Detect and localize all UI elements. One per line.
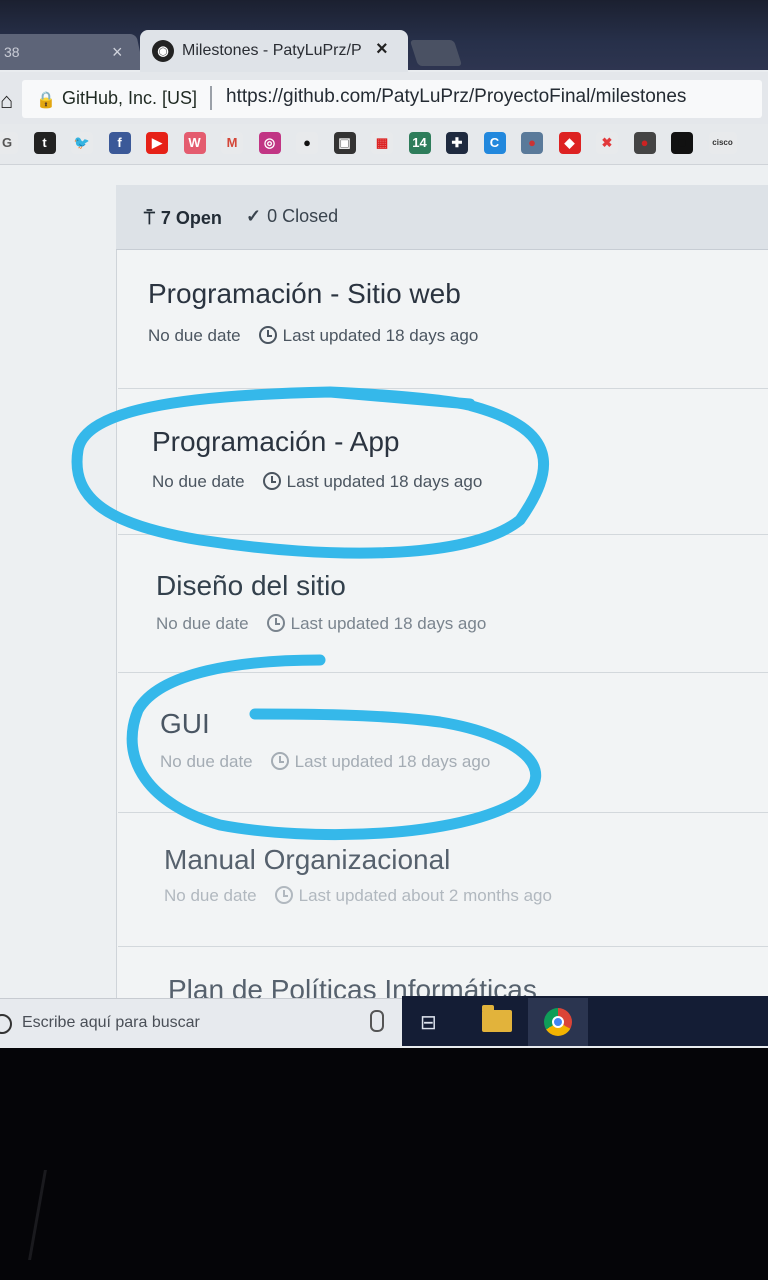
milestone-meta: No due date Last updated 18 days ago [152,472,482,492]
cisco-icon[interactable]: cisco [708,132,737,154]
tumblr-icon[interactable]: t [33,132,56,154]
red-tag-icon[interactable]: ◆ [558,132,581,154]
row-divider [118,946,768,947]
clock-icon [270,752,289,770]
grid-icon[interactable]: ▦ [371,132,393,154]
due-date: No due date [152,472,245,491]
milestone-meta: No due date Last updated about 2 months a… [164,886,552,906]
due-date: No due date [156,614,249,633]
facebook-icon[interactable]: f [108,132,131,154]
chrome-icon[interactable] [544,1008,572,1036]
last-updated: Last updated 18 days ago [282,326,479,345]
microphone-icon[interactable] [370,1010,384,1032]
last-updated: Last updated 18 days ago [286,472,483,491]
due-date: No due date [148,326,241,345]
open-count-label: 7 Open [160,208,222,228]
github-icon: ◉ [152,40,174,62]
milestone-title[interactable]: Programación - Sitio web [148,278,461,310]
lock-icon[interactable]: 🔒 [36,90,56,110]
closed-milestones-tab[interactable]: ✓ 0 Closed [246,206,338,227]
c-icon[interactable]: C [483,132,506,154]
milestone-meta: No due date Last updated 18 days ago [156,614,486,634]
milestone-icon: ⍑ [144,208,155,228]
closed-count-label: 0 Closed [267,206,339,226]
taskbar-search-placeholder[interactable]: Escribe aquí para buscar [22,1014,200,1032]
twitter-icon[interactable]: 🐦 [71,132,93,154]
url-text[interactable]: https://github.com/PatyLuPrz/ProyectoFin… [226,86,686,108]
last-updated: Last updated about 2 months ago [298,886,552,905]
row-divider [118,812,768,813]
close-icon[interactable]: × [376,38,388,61]
clock-icon [274,886,293,904]
open-milestones-tab[interactable]: ⍑ 7 Open [144,208,222,229]
milestone-title[interactable]: Diseño del sitio [156,570,346,602]
task-view-icon[interactable]: ⊟ [420,1010,437,1035]
youtube-icon[interactable]: ▶ [146,132,168,154]
black-square-icon[interactable]: ■ [671,132,693,154]
globe-icon[interactable]: ● [521,132,543,154]
milestone-title[interactable]: Programación - App [152,426,399,458]
joomla-icon[interactable]: ✖ [596,132,618,154]
milestone-meta: No due date Last updated 18 days ago [160,752,490,772]
badge-14-icon[interactable]: 14 [408,132,431,154]
plus-icon[interactable]: ✚ [446,132,468,154]
clock-icon [266,614,285,632]
github-icon[interactable]: ● [296,132,318,154]
tab-title: Milestones - PatyLuPrz/Pr [182,42,362,59]
row-divider [118,388,768,389]
bookmark-icon[interactable]: ▣ [333,132,356,154]
milestone-title[interactable]: Manual Organizacional [164,844,450,876]
milestone-title[interactable]: GUI [160,708,210,740]
row-divider [118,534,768,535]
home-icon[interactable]: ⌂ [0,88,13,114]
tab-previous-close-icon[interactable]: × [112,42,123,63]
row-divider [118,672,768,673]
scribd-icon[interactable]: W [183,132,206,154]
google-icon[interactable]: G [0,132,18,154]
clock-icon [258,326,277,344]
new-tab-button[interactable] [409,40,463,66]
clock-icon [262,472,281,490]
url-separator [210,86,212,110]
check-icon: ✓ [246,206,262,226]
last-updated: Last updated 18 days ago [294,752,491,771]
file-explorer-icon[interactable] [482,1005,512,1032]
site-identity[interactable]: GitHub, Inc. [US] [62,88,197,109]
gmail-icon[interactable]: M [221,132,243,154]
instagram-icon[interactable]: ◎ [258,132,281,154]
dark-circle-icon[interactable]: ● [633,132,656,154]
due-date: No due date [160,752,253,771]
tab-previous-label: 38 [4,44,20,60]
due-date: No due date [164,886,257,905]
laptop-screen: 38 × ◉ Milestones - PatyLuPrz/Pr × ⌂ 🔒 G… [0,0,768,1048]
screen-bezel-glare [28,1170,47,1260]
milestone-meta: No due date Last updated 18 days ago [148,326,478,346]
last-updated: Last updated 18 days ago [290,614,487,633]
